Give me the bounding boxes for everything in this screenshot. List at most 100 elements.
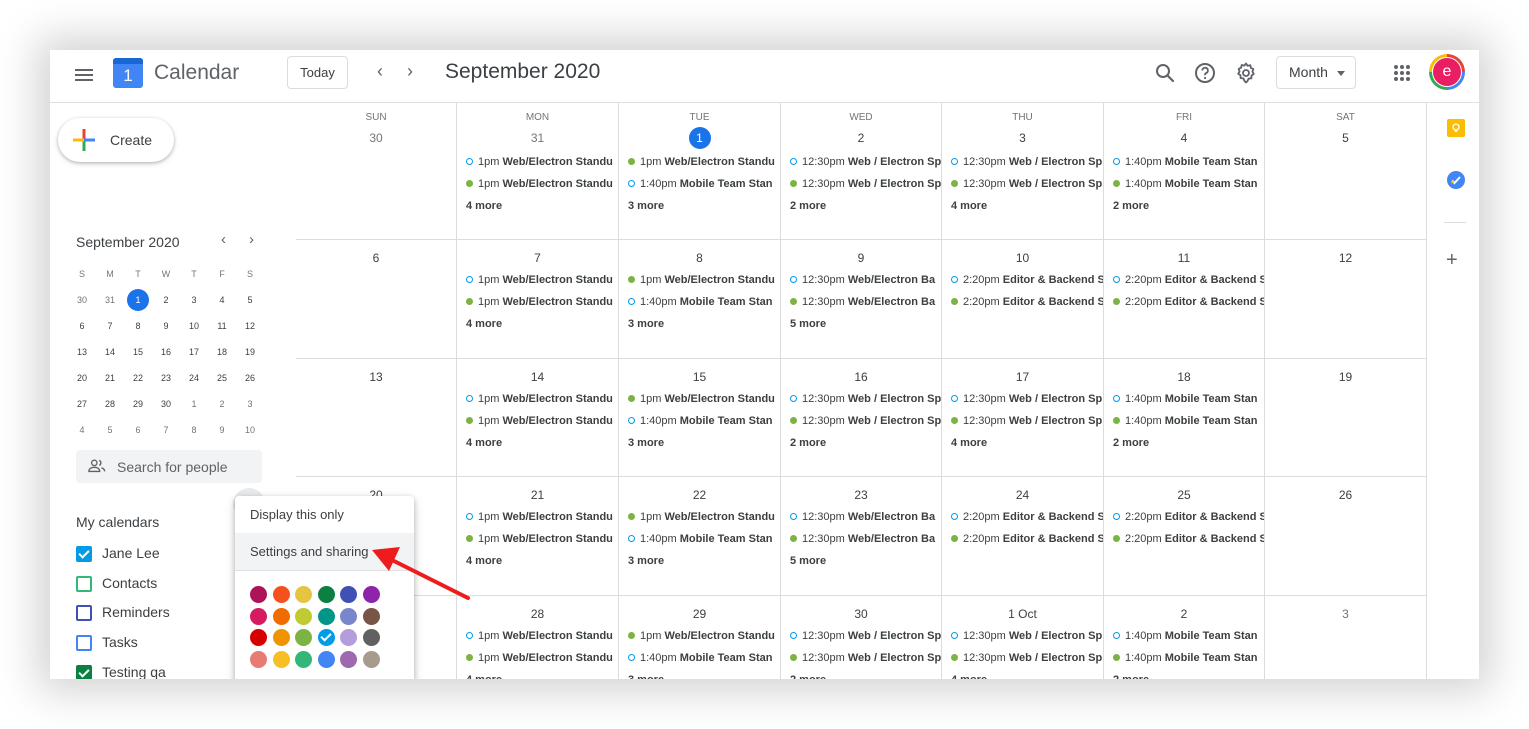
day-cell[interactable]: 10 2:20pm Editor & Backend S 2:20pm Editor…: [942, 240, 1104, 359]
mini-calendar-day[interactable]: 29: [124, 391, 152, 417]
mini-calendar-day[interactable]: 9: [208, 417, 236, 443]
mini-calendar-day[interactable]: 10: [180, 313, 208, 339]
event-chip[interactable]: 2:20pm Editor & Backend S: [1104, 291, 1264, 313]
next-month-button[interactable]: ›: [400, 61, 420, 82]
event-chip[interactable]: 1:40pm Mobile Team Stan: [1104, 625, 1264, 647]
date-number[interactable]: 21: [527, 484, 549, 506]
event-chip[interactable]: 12:30pm Web / Electron Sp: [942, 625, 1103, 647]
day-cell[interactable]: SAT 5: [1265, 103, 1427, 240]
day-cell[interactable]: 24 2:20pm Editor & Backend S 2:20pm Editor…: [942, 477, 1104, 596]
search-people-input[interactable]: Search for people: [76, 450, 262, 483]
day-cell[interactable]: TUE 1 1pm Web/Electron Standu 1:40pm Mobile…: [619, 103, 781, 240]
mini-calendar-day[interactable]: 24: [180, 365, 208, 391]
date-number[interactable]: 25: [1173, 484, 1195, 506]
date-number[interactable]: 2: [850, 127, 872, 149]
color-swatch[interactable]: [250, 607, 267, 625]
day-cell[interactable]: 18 1:40pm Mobile Team Stan 1:40pm Mobile T…: [1104, 359, 1265, 477]
more-events-link[interactable]: 4 more: [942, 669, 1103, 679]
view-selector-dropdown[interactable]: Month: [1276, 56, 1356, 89]
more-events-link[interactable]: 4 more: [457, 669, 618, 679]
mini-calendar-day[interactable]: 18: [208, 339, 236, 365]
mini-calendar-day[interactable]: 6: [68, 313, 96, 339]
more-events-link[interactable]: 4 more: [457, 432, 618, 454]
date-number[interactable]: 26: [1335, 484, 1357, 506]
color-swatch[interactable]: [250, 586, 267, 603]
calendar-checkbox[interactable]: [76, 575, 92, 592]
apps-grid-icon[interactable]: [1394, 65, 1410, 81]
mini-calendar-day[interactable]: 30: [152, 391, 180, 417]
day-cell[interactable]: 30 12:30pm Web / Electron Sp 12:30pm Web /…: [781, 596, 942, 679]
event-chip[interactable]: 12:30pm Web / Electron Sp: [942, 647, 1103, 669]
event-chip[interactable]: 2:20pm Editor & Backend S: [1104, 269, 1264, 291]
event-chip[interactable]: 12:30pm Web / Electron Sp: [781, 173, 941, 195]
color-swatch[interactable]: [340, 629, 357, 646]
day-cell[interactable]: 15 1pm Web/Electron Standu 1:40pm Mobile T…: [619, 359, 781, 477]
more-events-link[interactable]: 5 more: [781, 313, 941, 335]
day-cell[interactable]: 8 1pm Web/Electron Standu 1:40pm Mobile Te…: [619, 240, 781, 359]
event-chip[interactable]: 2:20pm Editor & Backend S: [942, 269, 1103, 291]
date-number[interactable]: 23: [850, 484, 872, 506]
day-cell[interactable]: 26: [1265, 477, 1427, 596]
date-number[interactable]: 30: [850, 603, 872, 625]
event-chip[interactable]: 1pm Web/Electron Standu: [457, 173, 618, 195]
color-swatch[interactable]: [272, 629, 290, 646]
event-chip[interactable]: 12:30pm Web/Electron Ba: [781, 291, 941, 313]
tasks-icon[interactable]: [1447, 171, 1465, 189]
date-number[interactable]: 29: [689, 603, 711, 625]
date-number[interactable]: 14: [527, 366, 549, 388]
day-cell[interactable]: WED 2 12:30pm Web / Electron Sp 12:30pm Web…: [781, 103, 942, 240]
more-events-link[interactable]: 4 more: [457, 550, 618, 572]
mini-calendar-day[interactable]: 1: [180, 391, 208, 417]
add-addon-icon[interactable]: +: [1446, 249, 1458, 272]
more-events-link[interactable]: 4 more: [457, 313, 618, 335]
mini-calendar-day[interactable]: 31: [96, 287, 124, 313]
day-cell[interactable]: 17 12:30pm Web / Electron Sp 12:30pm Web /…: [942, 359, 1104, 477]
mini-calendar-day[interactable]: 8: [180, 417, 208, 443]
event-chip[interactable]: 12:30pm Web / Electron Sp: [942, 388, 1103, 410]
day-cell[interactable]: 11 2:20pm Editor & Backend S 2:20pm Editor…: [1104, 240, 1265, 359]
previous-month-button[interactable]: ‹: [370, 61, 390, 82]
date-number[interactable]: 31: [527, 127, 549, 149]
color-swatch[interactable]: [362, 586, 380, 603]
event-chip[interactable]: 12:30pm Web / Electron Sp: [781, 410, 941, 432]
event-chip[interactable]: 1pm Web/Electron Standu: [457, 647, 618, 669]
day-cell[interactable]: 6: [296, 240, 457, 359]
event-chip[interactable]: 1:40pm Mobile Team Stan: [619, 173, 780, 195]
mini-calendar-day[interactable]: 5: [96, 417, 124, 443]
color-swatch[interactable]: [340, 607, 357, 625]
date-number[interactable]: 28: [527, 603, 549, 625]
mini-calendar-day[interactable]: 3: [180, 287, 208, 313]
color-swatch[interactable]: [250, 650, 267, 668]
event-chip[interactable]: 1pm Web/Electron Standu: [457, 410, 618, 432]
event-chip[interactable]: 2:20pm Editor & Backend S: [1104, 528, 1264, 550]
mini-calendar-day[interactable]: 10: [236, 417, 264, 443]
date-number[interactable]: 10: [1012, 247, 1034, 269]
event-chip[interactable]: 2:20pm Editor & Backend S: [1104, 506, 1264, 528]
color-swatch[interactable]: [362, 607, 380, 625]
day-cell[interactable]: THU 3 12:30pm Web / Electron Sp 12:30pm Web…: [942, 103, 1104, 240]
mini-calendar-day[interactable]: 22: [124, 365, 152, 391]
mini-calendar-day[interactable]: 20: [68, 365, 96, 391]
event-chip[interactable]: 1:40pm Mobile Team Stan: [619, 647, 780, 669]
more-events-link[interactable]: 3 more: [619, 313, 780, 335]
mini-calendar-day[interactable]: 4: [208, 287, 236, 313]
event-chip[interactable]: 1pm Web/Electron Standu: [457, 625, 618, 647]
main-menu-icon[interactable]: [74, 66, 94, 86]
mini-calendar-day[interactable]: 12: [236, 313, 264, 339]
more-events-link[interactable]: 2 more: [781, 195, 941, 217]
event-chip[interactable]: 1pm Web/Electron Standu: [457, 388, 618, 410]
mini-calendar-day[interactable]: 27: [68, 391, 96, 417]
today-button[interactable]: Today: [287, 56, 348, 89]
mini-calendar-day[interactable]: 13: [68, 339, 96, 365]
calendar-checkbox[interactable]: [76, 546, 92, 562]
day-cell[interactable]: 12: [1265, 240, 1427, 359]
day-cell[interactable]: 23 12:30pm Web/Electron Ba 12:30pm Web/Ele…: [781, 477, 942, 596]
day-cell[interactable]: 29 1pm Web/Electron Standu 1:40pm Mobile T…: [619, 596, 781, 679]
calendar-checkbox[interactable]: [76, 605, 92, 622]
mini-calendar-day[interactable]: 1: [124, 287, 152, 313]
event-chip[interactable]: 12:30pm Web/Electron Ba: [781, 528, 941, 550]
day-cell[interactable]: FRI 4 1:40pm Mobile Team Stan 1:40pm Mobile…: [1104, 103, 1265, 240]
event-chip[interactable]: 1pm Web/Electron Standu: [457, 528, 618, 550]
event-chip[interactable]: 2:20pm Editor & Backend S: [942, 506, 1103, 528]
mini-calendar-day[interactable]: 30: [68, 287, 96, 313]
